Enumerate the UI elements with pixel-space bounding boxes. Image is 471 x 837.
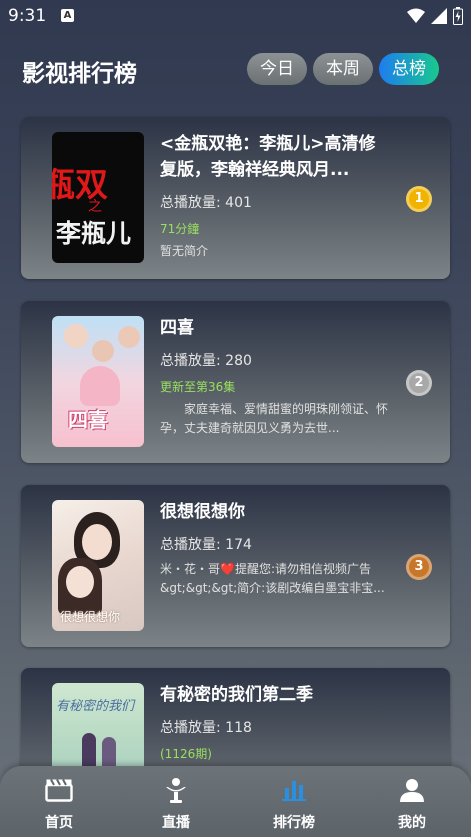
card-title: <金瓶双艳：李瓶儿>高清修复版，李翰祥经典风月... (160, 134, 376, 180)
card-title: 四喜 (160, 318, 194, 338)
nav-live[interactable]: 直播 (136, 774, 216, 832)
card-info: <金瓶双艳：李瓶儿>高清修复版，李翰祥经典风月... 总播放量: 401 71分… (160, 131, 392, 261)
period-tabs: 今日 本周 总榜 (247, 53, 439, 85)
card-description: 家庭幸福、爱情甜蜜的明珠刚领证、怀孕，丈夫建奇就因见义勇为去世... (160, 402, 389, 435)
nav-label: 排行榜 (273, 815, 315, 831)
play-count: 总播放量: 401 (160, 195, 252, 211)
poster-figure (82, 524, 112, 560)
rank-badge: 1 (406, 186, 432, 212)
poster-title-text: 很想很想你 (60, 610, 121, 624)
bar-chart-icon (254, 774, 334, 806)
nav-label: 我的 (398, 815, 426, 831)
card-title: 有秘密的我们第二季 (160, 685, 313, 705)
nav-profile[interactable]: 我的 (372, 774, 452, 832)
poster-image: 很想很想你 (52, 500, 144, 631)
poster-figure (92, 340, 114, 362)
card-info: 很想很想你 总播放量: 174 米・花・哥❤️提醒您:请勿相信视频广告&gt;&… (160, 499, 392, 598)
play-count: 总播放量: 174 (160, 537, 252, 553)
episode-status: 71分鐘 (160, 222, 200, 236)
rank-badge: 2 (406, 370, 432, 396)
poster-title-text: 有秘密的我们 (56, 699, 135, 714)
episode-status: (1126期) (160, 747, 212, 761)
ranking-card-3[interactable]: 很想很想你 很想很想你 总播放量: 174 米・花・哥❤️提醒您:请勿相信视频广… (21, 485, 450, 647)
card-description: 暂无简介 (160, 244, 209, 258)
tab-week[interactable]: 本周 (313, 53, 373, 85)
nav-label: 直播 (162, 815, 190, 831)
status-icons (407, 7, 463, 25)
rank-badge: 3 (406, 554, 432, 580)
tab-today[interactable]: 今日 (247, 53, 307, 85)
battery-icon (453, 7, 463, 25)
play-count: 总播放量: 280 (160, 353, 252, 369)
nav-label: 首页 (45, 815, 73, 831)
ranking-card-2[interactable]: 四喜 四喜 总播放量: 280 更新至第36集 家庭幸福、爱情甜蜜的明珠刚领证、… (21, 301, 450, 463)
ranking-card-1[interactable]: 瓶双 之 李瓶儿 <金瓶双艳：李瓶儿>高清修复版，李翰祥经典风月... 总播放量… (21, 117, 450, 279)
poster-figure (118, 326, 140, 348)
episode-status: 更新至第36集 (160, 380, 236, 394)
poster-image: 瓶双 之 李瓶儿 (52, 132, 144, 263)
poster-figure (66, 566, 94, 598)
notification-icon: A (61, 9, 74, 22)
wifi-icon (407, 8, 425, 23)
status-time: 9:31 (8, 6, 47, 26)
clapperboard-icon (19, 774, 99, 806)
poster-subtitle-text: 之 (88, 199, 102, 215)
card-info: 有秘密的我们第二季 总播放量: 118 (1126期) (160, 682, 392, 762)
poster-figure (64, 324, 88, 348)
poster-title-text-2: 李瓶儿 (56, 219, 132, 248)
header: 影视排行榜 今日 本周 总榜 (0, 34, 471, 104)
poster-image: 四喜 (52, 316, 144, 447)
page-title: 影视排行榜 (22, 61, 137, 87)
person-icon (372, 774, 452, 806)
poster-title-text: 四喜 (68, 408, 108, 432)
tab-all-time[interactable]: 总榜 (379, 53, 439, 85)
bottom-nav: 首页 直播 排行榜 我的 (0, 766, 471, 837)
nav-ranking[interactable]: 排行榜 (254, 774, 334, 832)
play-count: 总播放量: 118 (160, 720, 252, 736)
card-description: 米・花・哥❤️提醒您:请勿相信视频广告&gt;&gt;&gt;简介:该剧改编自墨… (160, 562, 385, 595)
signal-icon (431, 8, 447, 24)
card-info: 四喜 总播放量: 280 更新至第36集 家庭幸福、爱情甜蜜的明珠刚领证、怀孕，… (160, 315, 392, 438)
poster-figure (80, 366, 120, 406)
trophy-icon (136, 774, 216, 806)
card-title: 很想很想你 (160, 502, 245, 522)
nav-home[interactable]: 首页 (19, 774, 99, 832)
status-bar: 9:31 A (0, 0, 471, 34)
